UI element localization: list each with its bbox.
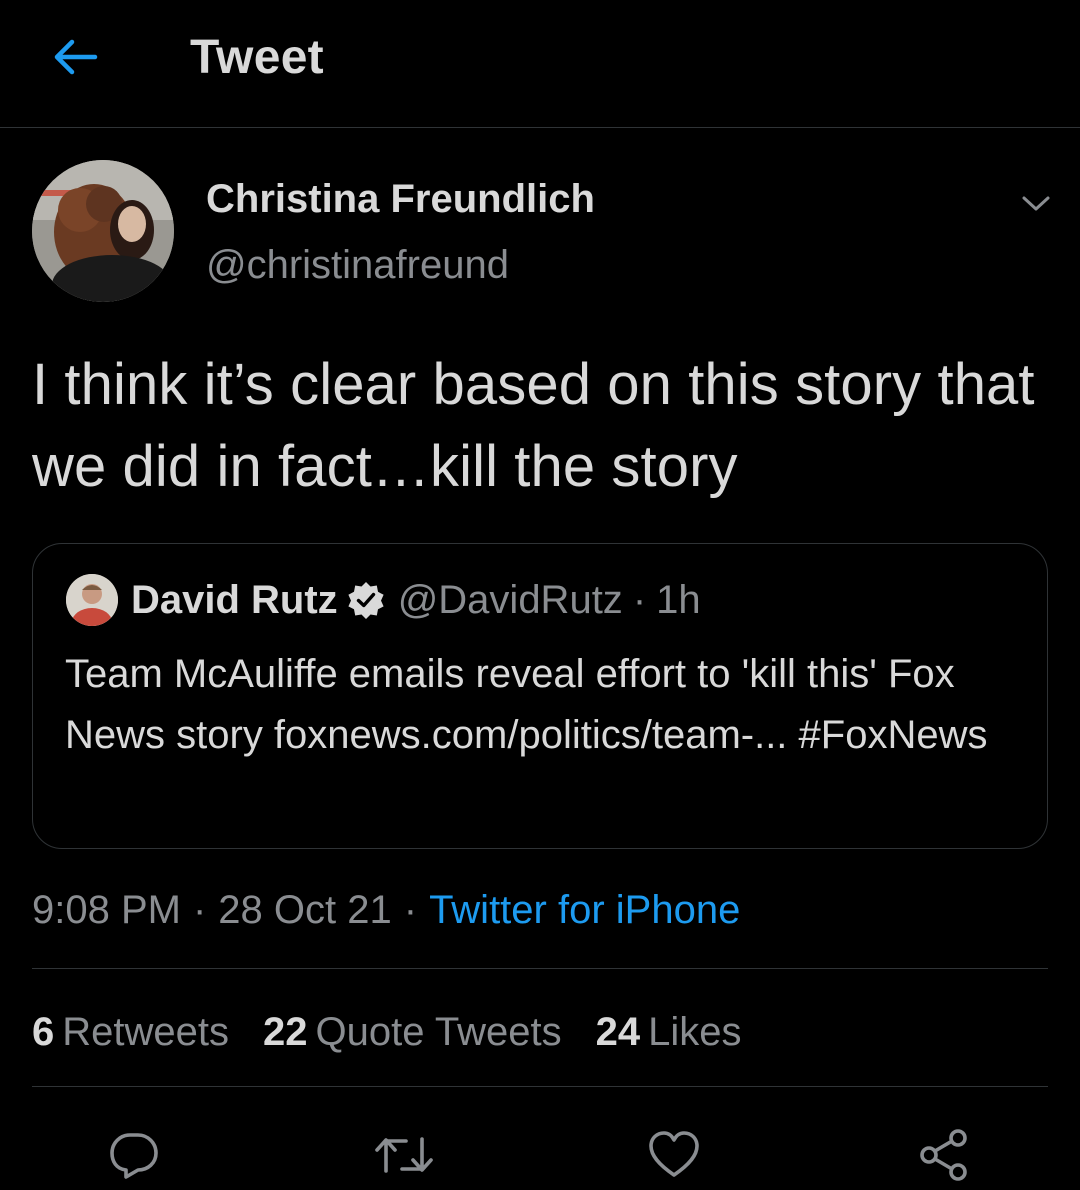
- divider: [32, 1086, 1048, 1087]
- tweet-meta: 9:08 PM · 28 Oct 21 · Twitter for iPhone: [32, 882, 740, 938]
- retweet-icon: [375, 1137, 433, 1173]
- top-bar: Tweet: [0, 0, 1080, 128]
- share-icon: [920, 1129, 967, 1181]
- action-bar: [0, 1115, 1080, 1190]
- quoted-text: Team McAuliffe emails reveal effort to '…: [65, 652, 988, 757]
- tweet-time: 9:08 PM: [32, 887, 181, 932]
- quote-tweets-label: Quote Tweets: [315, 1009, 562, 1054]
- divider: [32, 968, 1048, 969]
- tweet-stats: 6 Retweets 22 Quote Tweets 24 Likes: [32, 1004, 775, 1060]
- quote-tweets-count: 22: [263, 1009, 308, 1054]
- quoted-author-name: David Rutz: [131, 577, 338, 622]
- reply-button[interactable]: [102, 1123, 166, 1187]
- retweets-count: 6: [32, 1009, 55, 1054]
- separator-dot: ·: [632, 577, 647, 622]
- retweet-button[interactable]: [372, 1123, 436, 1187]
- like-button[interactable]: [642, 1123, 706, 1187]
- reply-icon: [110, 1133, 158, 1179]
- share-button[interactable]: [912, 1123, 976, 1187]
- chevron-down-icon: [1022, 196, 1050, 211]
- page-title: Tweet: [190, 31, 324, 84]
- tweet-text: I think it’s clear based on this story t…: [32, 352, 1035, 499]
- more-options-button[interactable]: [1014, 186, 1058, 222]
- author-handle[interactable]: @christinafreund: [206, 243, 509, 288]
- separator-dot: ·: [192, 887, 207, 932]
- tweet-date: 28 Oct 21: [218, 887, 392, 932]
- heart-icon: [649, 1131, 699, 1177]
- tweet-author: Christina Freundlich @christinafreund: [0, 150, 1080, 320]
- quoted-avatar: [66, 574, 118, 626]
- retweets-label: Retweets: [62, 1009, 229, 1054]
- quoted-author-handle: @DavidRutz: [397, 577, 623, 622]
- separator-dot: ·: [403, 887, 418, 932]
- back-button[interactable]: [40, 22, 110, 92]
- quoted-timestamp: 1h: [656, 577, 701, 622]
- quote-tweets-stat[interactable]: 22 Quote Tweets: [263, 1010, 562, 1055]
- author-name[interactable]: Christina Freundlich: [206, 177, 595, 222]
- likes-label: Likes: [648, 1009, 742, 1054]
- quoted-header: David Rutz @DavidRutz · 1h: [131, 572, 701, 628]
- quoted-tweet[interactable]: David Rutz @DavidRutz · 1h Team McAuliff…: [32, 543, 1048, 849]
- retweets-stat[interactable]: 6 Retweets: [32, 1010, 229, 1055]
- arrow-left-icon: [54, 39, 98, 75]
- likes-count: 24: [595, 1009, 641, 1054]
- tweet-source-link[interactable]: Twitter for iPhone: [429, 888, 740, 933]
- verified-badge-icon: [346, 580, 386, 620]
- avatar[interactable]: [32, 160, 174, 302]
- likes-stat[interactable]: 24 Likes: [596, 1010, 742, 1055]
